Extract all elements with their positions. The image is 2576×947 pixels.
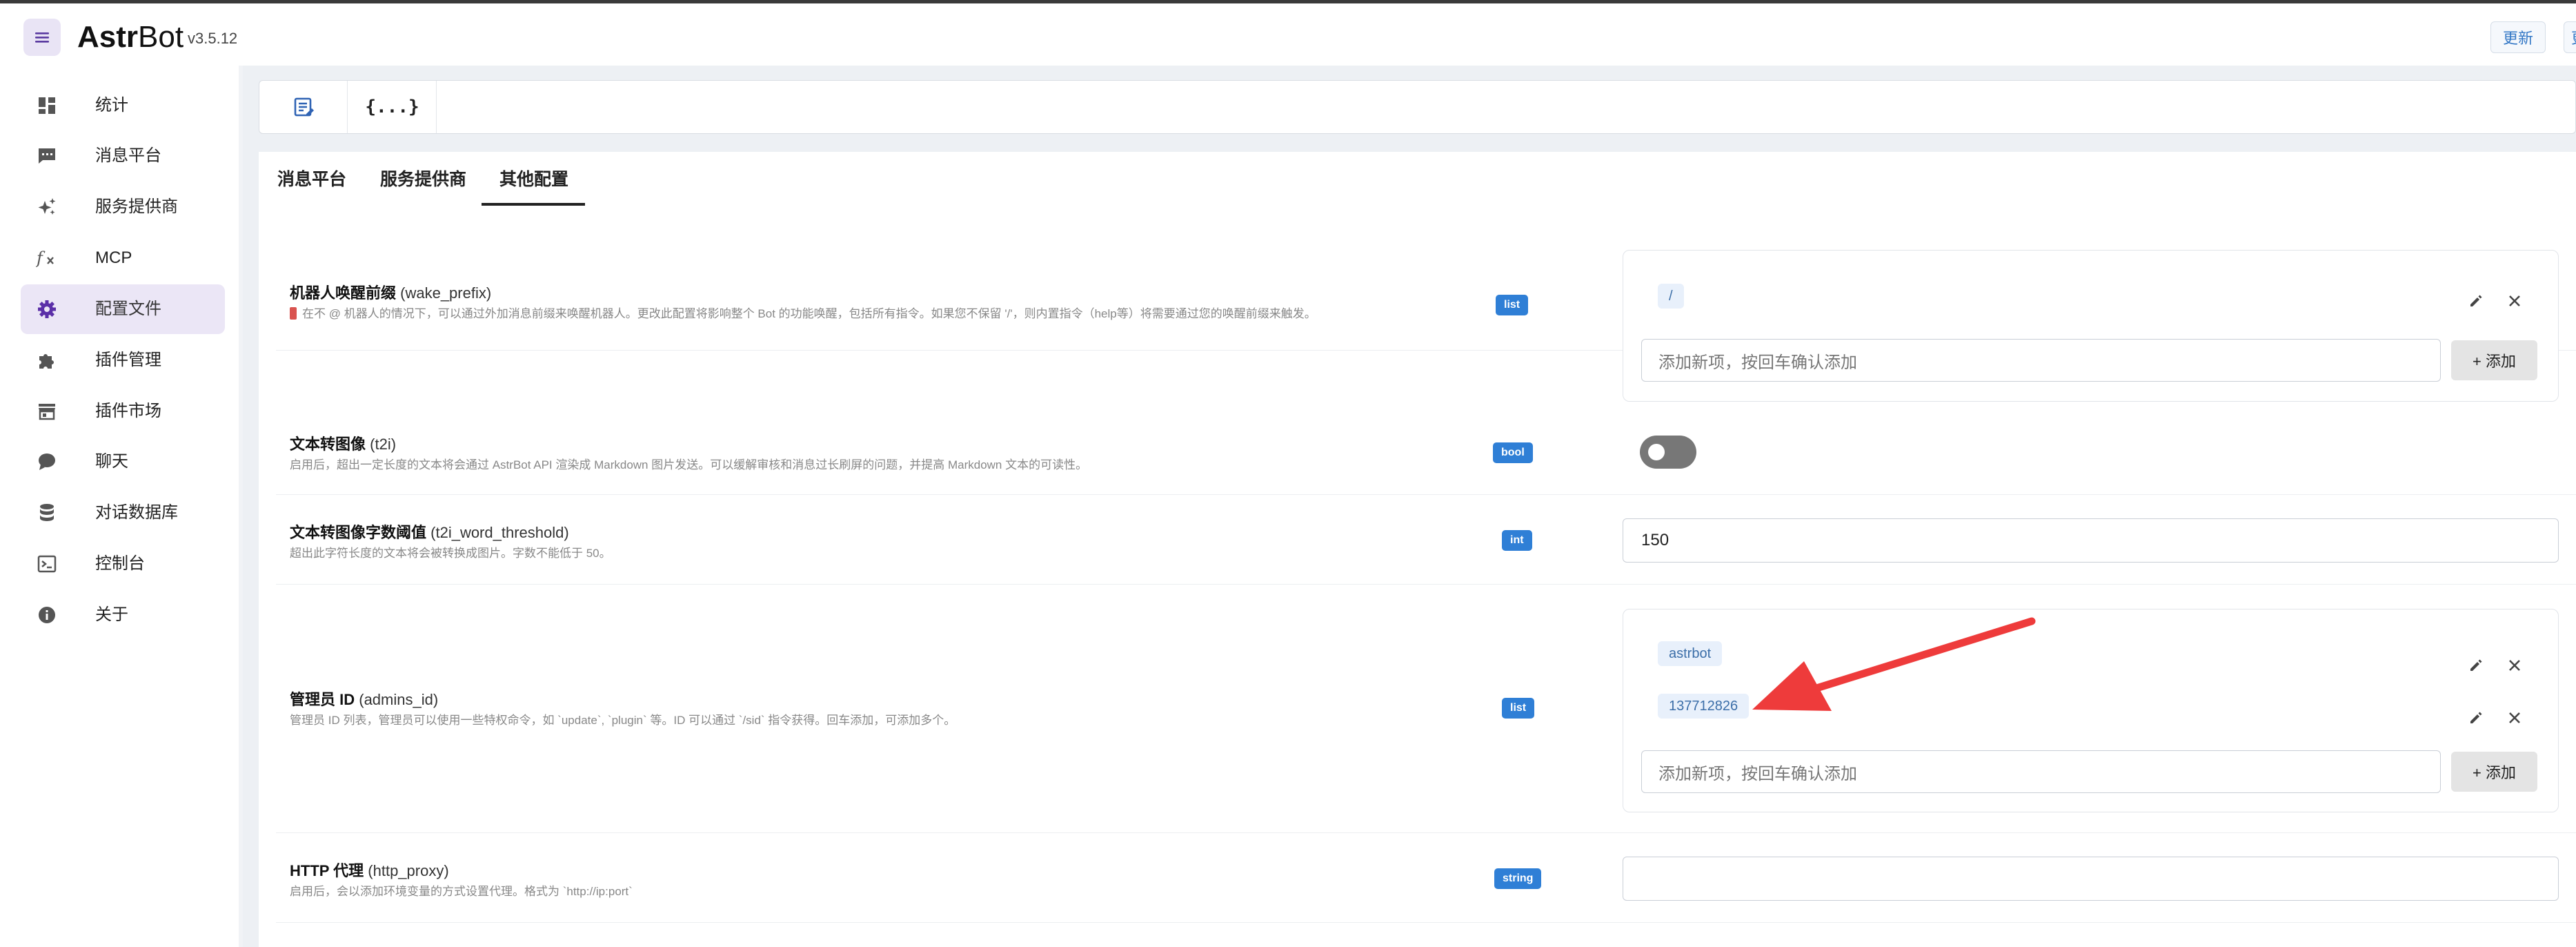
setting-description: 管理员 ID 列表，管理员可以使用一些特权命令，如 `update`, `plu…	[290, 714, 956, 727]
sidebar-item-label: MCP	[95, 248, 132, 267]
t2i-toggle-switch[interactable]	[1640, 436, 1696, 469]
remove-item-button[interactable]	[2503, 706, 2526, 730]
visual-editor-button[interactable]	[259, 81, 348, 133]
sidebar-item-label: 服务提供商	[95, 197, 178, 216]
code-editor-button[interactable]: {...}	[348, 81, 437, 133]
hamburger-icon	[35, 32, 49, 43]
setting-row-t2i: 文本转图像 (t2i) 启用后，超出一定长度的文本将会通过 AstrBot AP…	[276, 407, 2576, 495]
list-editor-wake-prefix: / 添加新项，按回车确认添加 + 添加	[1623, 250, 2559, 402]
setting-description: 启用后，会以添加环境变量的方式设置代理。格式为 `http://ip:port`	[290, 885, 633, 898]
tab-providers[interactable]: 服务提供商	[380, 167, 466, 192]
setting-description: 超出此字符长度的文本将会被转换成图片。字数不能低于 50。	[290, 547, 611, 560]
setting-description: 启用后，超出一定长度的文本将会通过 AstrBot API 渲染成 Markdo…	[290, 458, 1088, 471]
sidebar-item-mcp[interactable]: f MCP	[21, 233, 225, 283]
edit-item-button[interactable]	[2464, 706, 2488, 730]
setting-row-wake-prefix: 机器人唤醒前缀 (wake_prefix) 在不 @ 机器人的情况下，可以通过外…	[276, 235, 2576, 402]
config-content: 消息平台 服务提供商 其他配置 机器人唤醒前缀 (wake_prefix) 在不…	[259, 152, 2576, 947]
database-icon	[36, 502, 58, 524]
type-badge: list	[1502, 698, 1535, 719]
version-label: v3.5.12	[188, 30, 238, 47]
edit-item-button[interactable]	[2464, 289, 2488, 313]
sidebar: 统计 消息平台 服务提供商 f MCP 配置文件 插件管理 插件市场 聊天 对话…	[0, 66, 239, 947]
sidebar-item-label: 插件管理	[95, 351, 161, 369]
console-icon	[36, 553, 58, 575]
sidebar-item-label: 插件市场	[95, 402, 161, 420]
http-proxy-input[interactable]	[1623, 857, 2559, 901]
brand-logo: AstrBot	[77, 20, 184, 54]
sidebar-item-label: 统计	[95, 96, 128, 115]
setting-row-t2i-word-threshold: 文本转图像字数阈值 (t2i_word_threshold) 超出此字符长度的文…	[276, 495, 2576, 585]
gear-icon	[36, 298, 58, 320]
setting-description: 在不 @ 机器人的情况下，可以通过外加消息前缀来唤醒机器人。更改此配置将影响整个…	[290, 306, 1407, 322]
setting-title: 机器人唤醒前缀 (wake_prefix)	[290, 284, 492, 302]
menu-toggle-button[interactable]	[23, 19, 61, 56]
annotation-arrow	[1752, 617, 2036, 711]
info-icon	[36, 604, 58, 626]
setting-row-admins-id: 管理员 ID (admins_id) 管理员 ID 列表，管理员可以使用一些特权…	[276, 585, 2576, 833]
svg-text:f: f	[36, 248, 46, 268]
sidebar-item-plugins[interactable]: 插件管理	[21, 335, 225, 385]
puzzle-icon	[36, 349, 58, 371]
sidebar-item-about[interactable]: 关于	[21, 590, 225, 640]
list-item-chip: astrbot	[1658, 641, 1723, 666]
store-icon	[36, 400, 58, 422]
sidebar-item-providers[interactable]: 服务提供商	[21, 182, 225, 232]
add-item-input[interactable]: 添加新项，按回车确认添加	[1641, 339, 2441, 382]
update-button-secondary[interactable]: 更	[2564, 21, 2576, 53]
setting-title: 文本转图像 (t2i)	[290, 436, 397, 453]
type-badge: list	[1496, 295, 1529, 315]
sidebar-item-database[interactable]: 对话数据库	[21, 488, 225, 538]
chat-icon	[36, 145, 58, 167]
sidebar-item-platforms[interactable]: 消息平台	[21, 131, 225, 181]
sidebar-item-config[interactable]: 配置文件	[21, 284, 225, 334]
update-button[interactable]: 更新	[2490, 21, 2546, 53]
add-item-button[interactable]: + 添加	[2451, 340, 2537, 380]
type-badge: int	[1502, 530, 1532, 551]
sidebar-item-label: 消息平台	[95, 146, 161, 165]
setting-title: 管理员 ID (admins_id)	[290, 691, 439, 708]
type-badge: bool	[1493, 442, 1533, 463]
pencil-icon	[2470, 712, 2482, 723]
dashboard-icon	[36, 95, 58, 117]
sidebar-item-label: 聊天	[95, 452, 128, 471]
list-item-chip: 137712826	[1658, 694, 1750, 719]
sidebar-item-label: 对话数据库	[95, 503, 178, 522]
sidebar-item-console[interactable]: 控制台	[21, 539, 225, 589]
app-window: AstrBot v3.5.12 更新 更 统计 消息平台 服务提供商 f	[0, 0, 2576, 947]
close-icon	[2509, 712, 2520, 723]
sparkle-icon	[36, 196, 58, 218]
setting-title: 文本转图像字数阈值 (t2i_word_threshold)	[290, 524, 569, 541]
list-item-chip: /	[1658, 284, 1684, 309]
remove-item-button[interactable]	[2503, 289, 2526, 313]
add-item-button[interactable]: + 添加	[2451, 752, 2537, 792]
pencil-icon	[2470, 659, 2482, 671]
warning-icon	[290, 307, 297, 320]
sidebar-item-chat[interactable]: 聊天	[21, 437, 225, 487]
function-icon: f	[36, 247, 58, 269]
sidebar-item-label: 关于	[95, 605, 128, 624]
edit-note-icon	[294, 97, 314, 117]
edit-item-button[interactable]	[2464, 654, 2488, 677]
type-badge: string	[1494, 868, 1542, 889]
add-item-input[interactable]: 添加新项，按回车确认添加	[1641, 750, 2441, 793]
pencil-icon	[2470, 295, 2482, 306]
setting-row-http-proxy: HTTP 代理 (http_proxy) 启用后，会以添加环境变量的方式设置代理…	[276, 833, 2576, 923]
toggle-knob	[1648, 444, 1665, 460]
t2i-word-threshold-input[interactable]: 150	[1623, 518, 2559, 563]
sidebar-item-market[interactable]: 插件市场	[21, 387, 225, 436]
editor-toolbar: {...}	[259, 80, 2576, 134]
tab-platforms[interactable]: 消息平台	[277, 167, 346, 192]
remove-item-button[interactable]	[2503, 654, 2526, 677]
tab-other-config[interactable]: 其他配置	[499, 167, 568, 192]
config-tabs: 消息平台 服务提供商 其他配置	[259, 152, 2576, 207]
close-icon	[2509, 660, 2520, 671]
close-icon	[2509, 295, 2520, 306]
sidebar-item-stats[interactable]: 统计	[21, 81, 225, 130]
setting-title: HTTP 代理 (http_proxy)	[290, 862, 449, 879]
bubble-icon	[36, 451, 58, 473]
active-tab-indicator	[482, 203, 585, 206]
sidebar-item-label: 控制台	[95, 554, 145, 573]
sidebar-item-label: 配置文件	[95, 300, 161, 318]
top-bar: AstrBot v3.5.12 更新 更	[0, 3, 2576, 66]
